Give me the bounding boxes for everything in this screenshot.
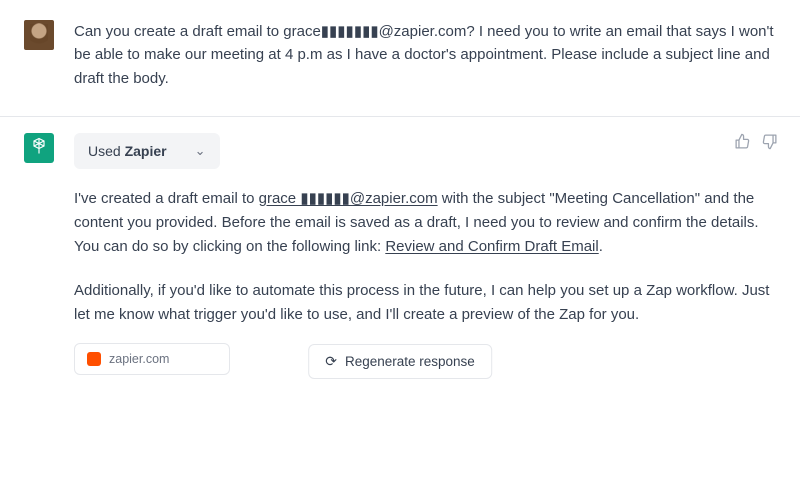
thumbs-down-icon[interactable] <box>761 133 778 153</box>
assistant-avatar <box>24 133 54 163</box>
chevron-down-icon: ⌄ <box>195 143 206 159</box>
user-message-text: Can you create a draft email to grace▮▮▮… <box>74 20 776 90</box>
review-confirm-link[interactable]: Review and Confirm Draft Email <box>385 238 598 255</box>
draft-email-address-link[interactable]: grace ▮▮▮▮▮▮@zapier.com <box>259 190 438 207</box>
feedback-controls <box>734 133 778 153</box>
regenerate-button[interactable]: ⟳ Regenerate response <box>308 344 492 379</box>
user-message-row: Can you create a draft email to grace▮▮▮… <box>0 0 800 116</box>
plugin-used-label: Used Zapier <box>88 143 167 159</box>
assistant-paragraph-1: I've created a draft email to grace ▮▮▮▮… <box>74 187 776 259</box>
assistant-body: Used Zapier ⌄ I've created a draft email… <box>74 133 776 375</box>
regenerate-label: Regenerate response <box>345 354 475 369</box>
source-label: zapier.com <box>109 352 169 366</box>
assistant-message-row: Used Zapier ⌄ I've created a draft email… <box>0 116 800 393</box>
plugin-used-chip[interactable]: Used Zapier ⌄ <box>74 133 220 169</box>
openai-logo-icon <box>29 136 49 160</box>
assistant-paragraph-2: Additionally, if you'd like to automate … <box>74 279 776 327</box>
user-avatar <box>24 20 54 50</box>
zapier-logo-icon <box>87 352 101 366</box>
refresh-icon: ⟳ <box>325 353 337 370</box>
thumbs-up-icon[interactable] <box>734 133 751 153</box>
source-card[interactable]: zapier.com <box>74 343 230 375</box>
